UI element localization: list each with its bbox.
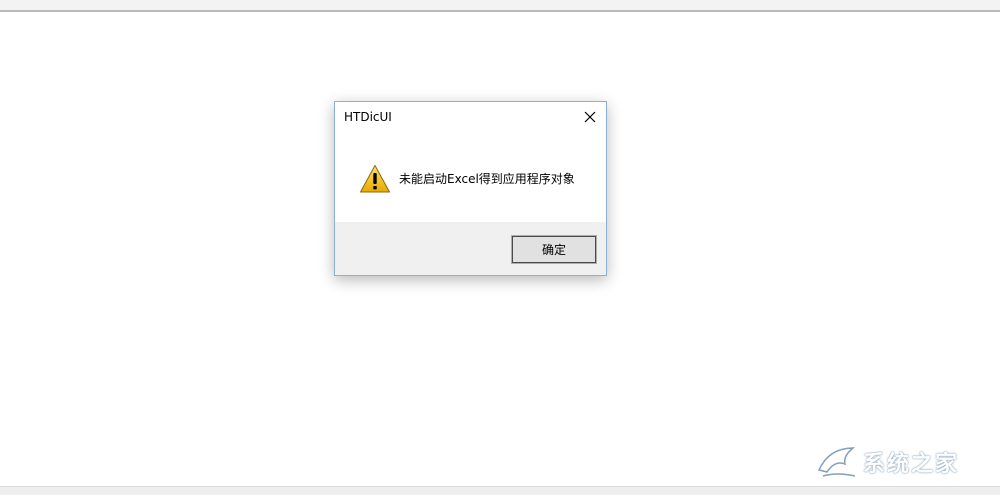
dialog-footer: 确定 [335,222,606,275]
window-bottom-strip [0,486,1000,495]
window-top-border [0,0,1000,12]
watermark: 系统之家 [815,440,995,484]
message-dialog: HTDicUI 未能启动Excel得到应用程序对象 确定 [334,101,607,276]
close-icon [584,111,596,123]
dialog-content: 未能启动Excel得到应用程序对象 [335,132,606,222]
dialog-message: 未能启动Excel得到应用程序对象 [399,172,575,186]
watermark-logo-icon [817,447,856,477]
warning-icon [360,165,390,193]
close-button[interactable] [574,102,606,132]
watermark-text: 系统之家 [863,452,960,477]
dialog-title: HTDicUI [344,110,392,124]
ok-button[interactable]: 确定 [511,235,597,264]
